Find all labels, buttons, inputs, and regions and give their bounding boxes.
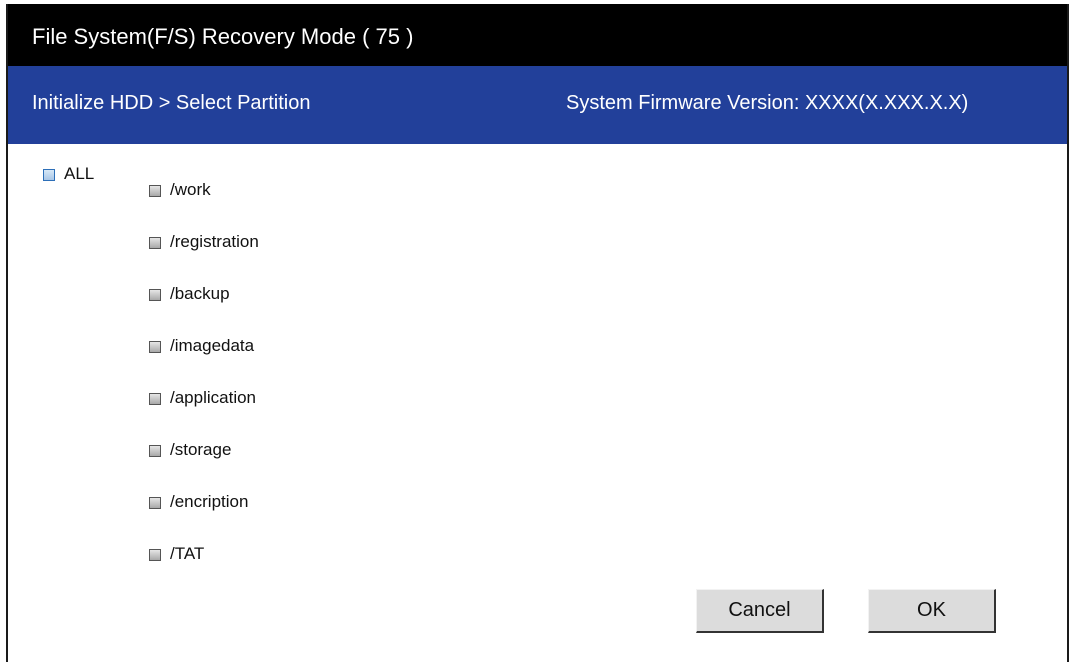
partition-item-application[interactable]: /application: [149, 372, 259, 424]
header-bar: Initialize HDD > Select Partition System…: [8, 66, 1067, 144]
partition-label: /imagedata: [170, 336, 255, 355]
all-checkbox[interactable]: [43, 169, 55, 181]
partition-checkbox[interactable]: [149, 237, 161, 249]
all-checkbox-item[interactable]: ALL: [43, 164, 94, 184]
partition-checkbox[interactable]: [149, 393, 161, 405]
partition-checkbox[interactable]: [149, 289, 161, 301]
partition-checkbox[interactable]: [149, 497, 161, 509]
partition-checkbox[interactable]: [149, 341, 161, 353]
dialog-window: File System(F/S) Recovery Mode ( 75 ) In…: [6, 4, 1069, 662]
partition-label: /encription: [170, 492, 249, 511]
partition-label: /work: [170, 180, 211, 199]
partition-item-backup[interactable]: /backup: [149, 268, 259, 320]
partition-checkbox[interactable]: [149, 445, 161, 457]
partition-item-imagedata[interactable]: /imagedata: [149, 320, 259, 372]
cancel-button[interactable]: Cancel: [696, 589, 824, 633]
partition-item-encription[interactable]: /encription: [149, 476, 259, 528]
partition-label: /storage: [170, 440, 232, 459]
partition-list: /work /registration /backup /imagedata /…: [149, 164, 259, 580]
ok-button[interactable]: OK: [868, 589, 996, 633]
partition-label: /registration: [170, 232, 259, 251]
partition-item-work[interactable]: /work: [149, 164, 259, 216]
partition-checkbox[interactable]: [149, 549, 161, 561]
partition-label: /application: [170, 388, 257, 407]
all-checkbox-label: ALL: [64, 164, 95, 183]
window-title: File System(F/S) Recovery Mode ( 75 ): [32, 24, 414, 49]
partition-label: /TAT: [170, 544, 205, 563]
breadcrumb: Initialize HDD > Select Partition: [32, 92, 311, 114]
partition-item-registration[interactable]: /registration: [149, 216, 259, 268]
partition-checkbox[interactable]: [149, 185, 161, 197]
partition-item-storage[interactable]: /storage: [149, 424, 259, 476]
partition-item-tat[interactable]: /TAT: [149, 528, 259, 580]
title-bar: File System(F/S) Recovery Mode ( 75 ): [8, 4, 1067, 66]
firmware-version: System Firmware Version: XXXX(X.XXX.X.X): [566, 92, 969, 114]
partition-label: /backup: [170, 284, 230, 303]
